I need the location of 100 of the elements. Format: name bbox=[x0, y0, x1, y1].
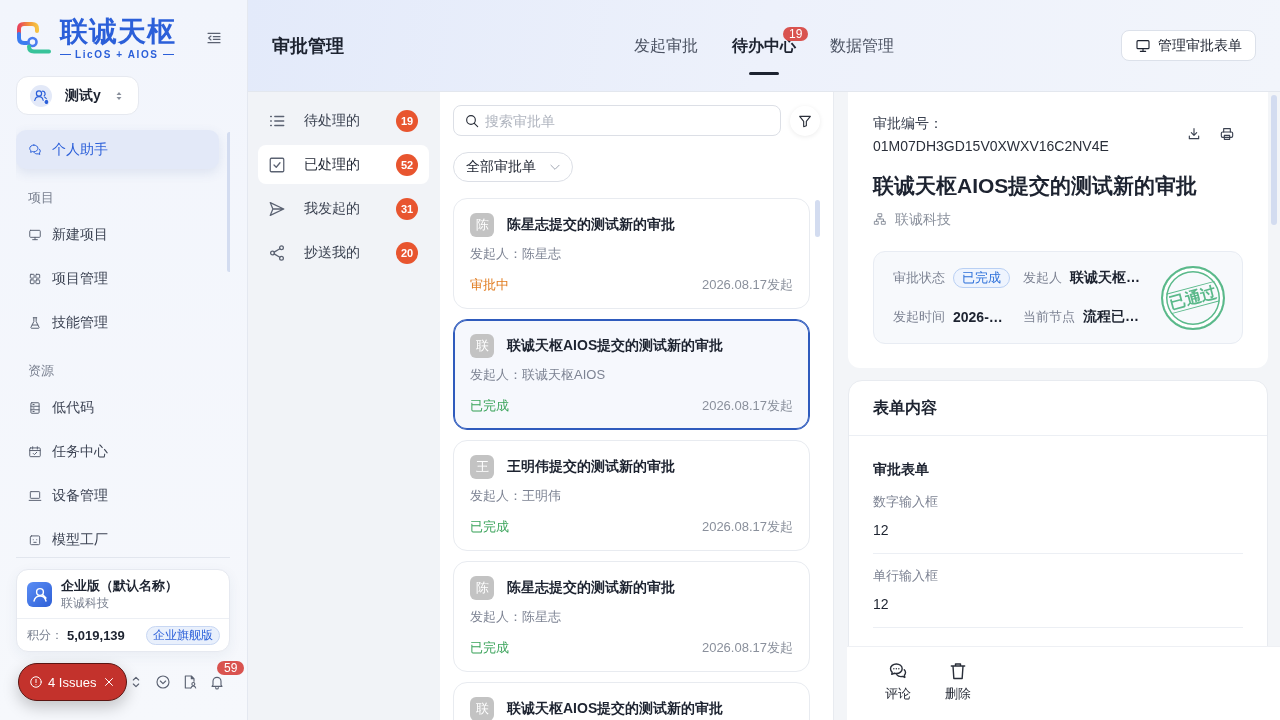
approval-type-dropdown[interactable]: 全部审批单 bbox=[453, 152, 573, 182]
printer-icon[interactable] bbox=[1219, 126, 1235, 142]
chat-bubbles-icon bbox=[28, 142, 42, 157]
company-name: 联诚科技 bbox=[61, 596, 109, 611]
field-label: 单行输入框 bbox=[873, 567, 938, 585]
nav-item[interactable]: 设备管理 bbox=[16, 485, 219, 507]
filter-item[interactable]: 待处理的 19 bbox=[258, 101, 429, 140]
card-title: 王明伟提交的测试新的审批 bbox=[507, 458, 675, 476]
card-title: 陈星志提交的测试新的审批 bbox=[507, 216, 675, 234]
search-field[interactable]: 搜索审批单 bbox=[453, 105, 781, 136]
nav-item[interactable]: 任务中心 bbox=[16, 441, 219, 463]
scrollbar-thumb[interactable] bbox=[1271, 95, 1277, 225]
nav-item[interactable]: 项目管理 bbox=[16, 268, 219, 290]
status-text: 审批中 bbox=[470, 276, 509, 294]
robot-face-icon bbox=[28, 533, 42, 547]
avatar: 联 bbox=[470, 334, 494, 358]
filter-item[interactable]: 已处理的 52 bbox=[258, 145, 429, 184]
field-label: 审批状态 bbox=[893, 269, 945, 287]
field-value: 12 bbox=[873, 521, 889, 540]
page-title: 审批管理 bbox=[272, 34, 344, 58]
filter-button[interactable] bbox=[790, 105, 820, 136]
section-label: 项目 bbox=[27, 189, 55, 207]
download-icon[interactable] bbox=[1186, 126, 1202, 142]
filter-item[interactable]: 抄送我的 20 bbox=[258, 233, 429, 272]
organization-name: 联诚科技 bbox=[895, 210, 951, 229]
section-title: 表单内容 bbox=[873, 397, 937, 418]
search-icon bbox=[464, 113, 480, 129]
grid-icon bbox=[28, 272, 42, 286]
initiator-text: 发起人：王明伟 bbox=[470, 487, 561, 505]
nav-item[interactable]: 技能管理 bbox=[16, 312, 219, 334]
card-title: 联诚天枢AIOS提交的测试新的审批 bbox=[507, 700, 724, 718]
monitor-icon bbox=[1135, 37, 1151, 54]
count-badge: 19 bbox=[783, 27, 809, 41]
field-label: 数字输入框 bbox=[873, 493, 938, 511]
calendar-check-icon bbox=[28, 445, 42, 459]
nav-item[interactable]: 模型工厂 bbox=[16, 529, 219, 551]
nav-item[interactable]: 新建项目 bbox=[16, 224, 219, 246]
approval-number: 01M07DH3GD15V0XWXV16C2NV4E bbox=[873, 137, 1109, 156]
scrollbar-thumb[interactable] bbox=[815, 200, 820, 237]
nav-item[interactable]: 个人助手 bbox=[16, 130, 219, 169]
card-title: 联诚天枢AIOS提交的测试新的审批 bbox=[507, 337, 724, 355]
avatar: 联 bbox=[470, 697, 494, 720]
document-user-icon[interactable] bbox=[182, 674, 198, 690]
laptop-icon bbox=[28, 489, 42, 503]
nav-item[interactable]: 低代码 bbox=[16, 397, 219, 419]
manage-forms-button[interactable]: 管理审批表单 bbox=[1121, 30, 1256, 61]
approval-card[interactable]: 王 王明伟提交的测试新的审批 发起人：王明伟 已完成 2026.08.17发起 bbox=[453, 440, 810, 551]
date-text: 2026.08.17发起 bbox=[701, 518, 793, 536]
filter-item[interactable]: 我发起的 31 bbox=[258, 189, 429, 228]
action-button[interactable]: 删除 bbox=[938, 661, 978, 703]
notification-badge: 59 bbox=[217, 661, 245, 675]
initiator-text: 发起人：联诚天枢AIOS bbox=[470, 366, 606, 384]
tab[interactable]: 发起审批 bbox=[634, 30, 698, 76]
status-text: 已完成 bbox=[470, 397, 509, 415]
chevron-circle-icon[interactable] bbox=[155, 674, 171, 690]
form-title: 审批表单 bbox=[873, 460, 929, 479]
sort-caret-icon bbox=[114, 90, 124, 101]
alert-icon bbox=[29, 675, 43, 689]
plan-badge: 企业旗舰版 bbox=[146, 625, 220, 645]
action-button[interactable]: 评论 bbox=[878, 661, 918, 703]
field-label: 发起人 bbox=[1023, 269, 1062, 287]
collapse-menu-icon[interactable] bbox=[206, 30, 222, 46]
section-label: 资源 bbox=[27, 362, 55, 380]
send-icon bbox=[268, 199, 286, 218]
count-badge: 20 bbox=[396, 241, 418, 264]
close-icon[interactable] bbox=[102, 675, 116, 689]
field-label: 当前节点 bbox=[1023, 308, 1075, 326]
status-text: 已完成 bbox=[470, 639, 509, 657]
initiator-text: 发起人：陈星志 bbox=[470, 245, 561, 263]
org-chart-icon bbox=[873, 212, 887, 226]
approval-number-label: 审批编号： bbox=[873, 114, 943, 133]
approval-title: 联诚天枢AIOS提交的测试新的审批 bbox=[873, 173, 1199, 199]
server-icon bbox=[28, 401, 42, 415]
date-text: 2026.08.17发起 bbox=[701, 397, 793, 415]
flask-icon bbox=[28, 316, 42, 330]
approval-card[interactable]: 联 联诚天枢AIOS提交的测试新的审批 发起人：联诚天枢AIOS 已完成 2026.08.17发起 bbox=[453, 319, 810, 430]
approval-card[interactable]: 陈 陈星志提交的测试新的审批 发起人：陈星志 审批中 2026.08.17发起 bbox=[453, 198, 810, 309]
status-tag: 已完成 bbox=[953, 268, 1010, 288]
field-value: 联诚天枢… bbox=[1070, 269, 1140, 287]
field-value: 流程已… bbox=[1083, 308, 1139, 326]
issues-button[interactable]: 4 Issues bbox=[18, 663, 127, 701]
share-icon bbox=[268, 243, 286, 262]
approval-card[interactable]: 陈 陈星志提交的测试新的审批 发起人：陈星志 已完成 2026.08.17发起 bbox=[453, 561, 810, 672]
check-square-icon bbox=[268, 155, 286, 174]
trash-icon bbox=[948, 661, 968, 681]
card-title: 陈星志提交的测试新的审批 bbox=[507, 579, 675, 597]
approved-stamp: 已通过 bbox=[1161, 265, 1225, 330]
tab[interactable]: 数据管理 bbox=[830, 30, 894, 76]
count-badge: 52 bbox=[396, 153, 418, 176]
workspace-selector[interactable]: 测试y bbox=[16, 76, 139, 115]
approval-card[interactable]: 联 联诚天枢AIOS提交的测试新的审批 bbox=[453, 682, 810, 720]
logo-title: 联诚天枢 bbox=[60, 15, 176, 48]
avatar: 陈 bbox=[470, 213, 494, 237]
chat-bubbles-icon bbox=[888, 661, 908, 681]
status-text: 已完成 bbox=[470, 518, 509, 536]
bell-icon[interactable] bbox=[209, 674, 225, 690]
field-value: 12 bbox=[873, 595, 889, 614]
count-badge: 31 bbox=[396, 197, 418, 220]
points-label: 积分： bbox=[27, 626, 63, 644]
points-value: 5,019,139 bbox=[67, 627, 125, 643]
